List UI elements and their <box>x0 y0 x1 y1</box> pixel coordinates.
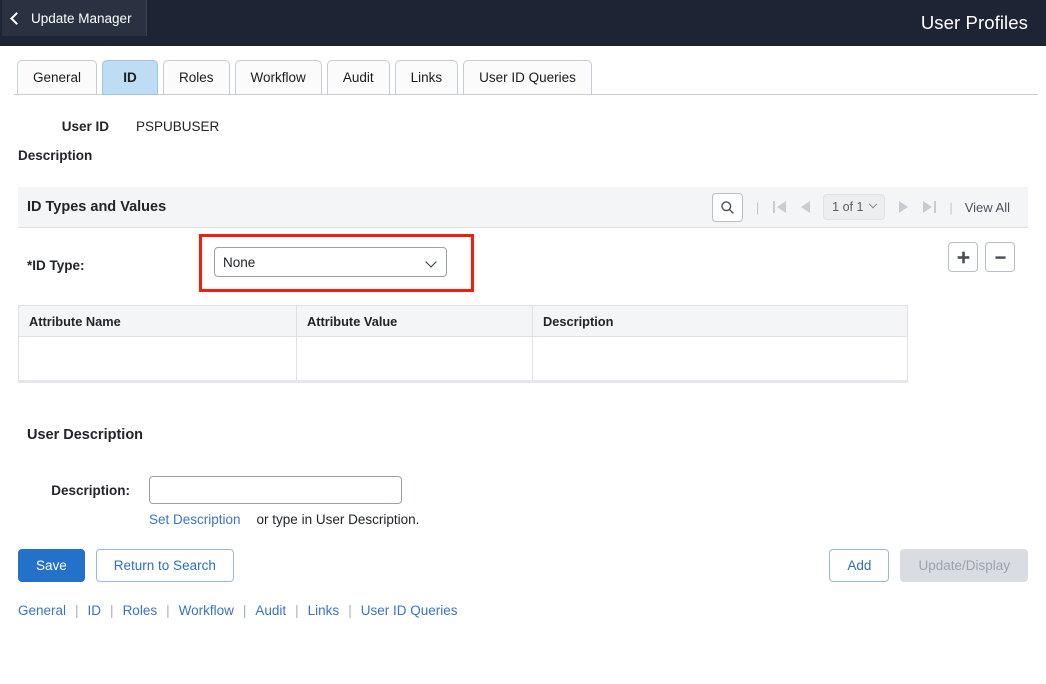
user-id-label: User ID <box>61 119 109 134</box>
footer-link-audit[interactable]: Audit <box>255 603 286 618</box>
back-to-update-manager-button[interactable]: Update Manager <box>2 0 147 36</box>
cell-attribute-value <box>296 336 533 382</box>
tab-general[interactable]: General <box>17 60 98 95</box>
tab-bar: General ID Roles Workflow Audit Links Us… <box>0 46 1046 95</box>
id-type-select[interactable]: None <box>214 247 447 277</box>
user-description-input[interactable] <box>149 476 402 504</box>
add-button[interactable]: Add <box>829 549 890 582</box>
chevron-down-icon <box>869 199 878 209</box>
page-indicator-label: 1 of 1 <box>832 200 864 214</box>
tab-roles[interactable]: Roles <box>163 60 230 95</box>
first-page-icon[interactable] <box>766 195 792 219</box>
column-description: Description <box>532 305 908 337</box>
description-label: Description <box>18 148 93 163</box>
return-to-search-button[interactable]: Return to Search <box>95 549 234 582</box>
save-button[interactable]: Save <box>18 549 85 582</box>
column-attribute-value: Attribute Value <box>296 305 533 337</box>
pager-separator-left: | <box>755 199 760 215</box>
action-bar-right: Add Update/Display <box>829 549 1028 582</box>
plus-icon <box>957 251 969 263</box>
footer-separator: | <box>166 603 170 618</box>
chevron-left-icon <box>10 11 23 25</box>
page-body: User ID PSPUBUSER Description ID Types a… <box>0 119 1046 618</box>
footer-separator: | <box>75 603 79 618</box>
footer-link-workflow[interactable]: Workflow <box>179 603 234 618</box>
minus-icon <box>994 255 1006 259</box>
grid-pagination: | 1 of 1 | View All <box>711 192 1014 222</box>
cell-description <box>532 336 908 382</box>
user-description-label: Description: <box>51 482 130 498</box>
back-button-label: Update Manager <box>31 10 132 26</box>
footer-link-id[interactable]: ID <box>88 603 102 618</box>
footer-separator: | <box>110 603 114 618</box>
pager-separator-right: | <box>949 199 953 215</box>
user-id-row: User ID PSPUBUSER <box>37 119 1028 134</box>
user-description-hint: or type in User Description. <box>256 512 420 527</box>
user-id-value: PSPUBUSER <box>136 119 220 134</box>
app-header: Update Manager User Profiles <box>0 0 1046 46</box>
footer-separator: | <box>295 603 299 618</box>
grid-header: ID Types and Values | 1 of 1 | View All <box>18 187 1028 228</box>
page-title: User Profiles <box>920 12 1028 33</box>
delete-row-button[interactable] <box>985 242 1015 272</box>
search-icon[interactable] <box>711 192 743 222</box>
next-page-icon[interactable] <box>890 195 916 219</box>
attributes-table: Attribute Name Attribute Value Descripti… <box>18 305 908 383</box>
page-indicator-dropdown[interactable]: 1 of 1 <box>823 194 886 220</box>
description-row: Description <box>18 148 1028 163</box>
footer-link-user-id-queries[interactable]: User ID Queries <box>361 603 458 618</box>
footer-separator: | <box>348 603 352 618</box>
id-types-and-values-panel: ID Types and Values | 1 of 1 | View All … <box>18 187 1028 383</box>
tab-links[interactable]: Links <box>394 60 459 95</box>
table-header-row: Attribute Name Attribute Value Descripti… <box>18 305 908 337</box>
add-row-button[interactable] <box>948 242 978 272</box>
user-description-hint-row: Set Description or type in User Descript… <box>149 512 1028 527</box>
user-description-field-row: Description: <box>18 476 1028 504</box>
last-page-icon[interactable] <box>916 195 942 219</box>
tab-audit[interactable]: Audit <box>326 60 390 95</box>
previous-page-icon[interactable] <box>792 195 818 219</box>
footer-separator: | <box>242 603 247 618</box>
set-description-link[interactable]: Set Description <box>149 512 241 527</box>
id-type-label: *ID Type: <box>27 258 85 273</box>
footer-link-general[interactable]: General <box>18 603 66 618</box>
cell-attribute-name <box>18 336 297 382</box>
row-controls <box>948 242 1015 272</box>
column-attribute-name: Attribute Name <box>18 305 297 337</box>
tab-user-id-queries[interactable]: User ID Queries <box>463 60 592 95</box>
view-all-link[interactable]: View All <box>960 197 1014 218</box>
grid-title: ID Types and Values <box>27 199 167 215</box>
update-display-button: Update/Display <box>900 549 1028 582</box>
id-type-row: *ID Type: None <box>18 228 1028 303</box>
table-row <box>18 336 908 382</box>
footer-link-roles[interactable]: Roles <box>123 603 158 618</box>
tab-id[interactable]: ID <box>102 60 159 95</box>
action-bar: Save Return to Search Add Update/Display <box>18 549 1028 582</box>
action-bar-left: Save Return to Search <box>18 549 234 582</box>
tab-workflow[interactable]: Workflow <box>234 60 322 95</box>
footer-links: General | ID | Roles | Workflow | Audit … <box>18 603 1028 618</box>
footer-link-links[interactable]: Links <box>308 603 340 618</box>
user-description-section-title: User Description <box>27 427 144 443</box>
